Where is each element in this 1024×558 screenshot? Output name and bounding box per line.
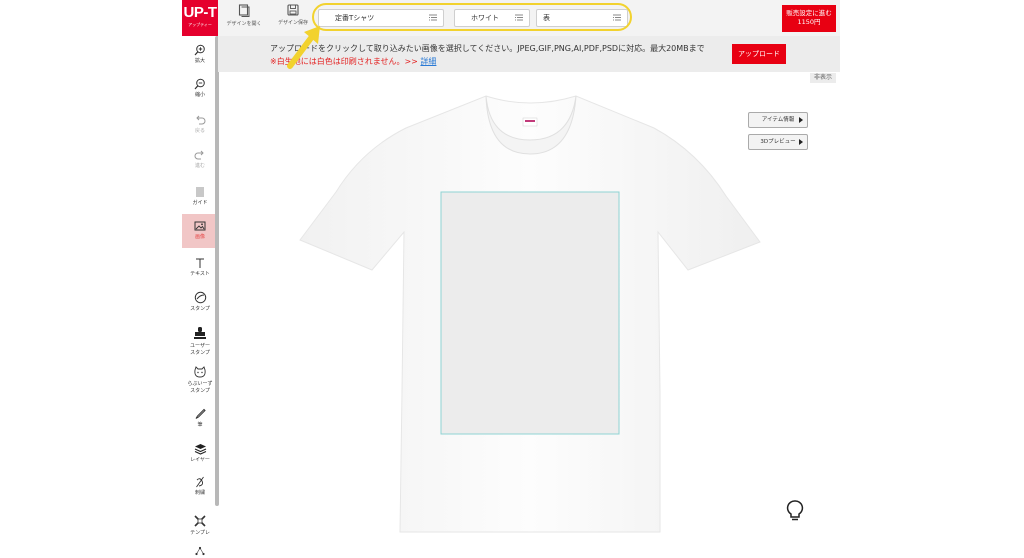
tag-logo bbox=[525, 120, 535, 122]
tool-sidebar: 拡大 縮小 戻る 進む ガイド 画像 テキスト スタンプ ユーザー スタンプ ら… bbox=[182, 36, 218, 558]
cat-stamp-icon bbox=[194, 366, 206, 378]
sidebar-label: 拡大 bbox=[194, 58, 205, 64]
sidebar-label: 進む bbox=[194, 163, 205, 169]
sidebar-label: らぶいーず bbox=[187, 381, 213, 387]
sidebar-item-redo[interactable]: 進む bbox=[182, 149, 218, 170]
lightbulb-icon[interactable] bbox=[786, 500, 804, 522]
embroidery-icon bbox=[196, 476, 204, 488]
tshirt-canvas[interactable] bbox=[298, 92, 762, 538]
sidebar-label: 戻る bbox=[194, 128, 205, 134]
logo-text: UP-T bbox=[183, 4, 218, 21]
logo-subtext: アップティー bbox=[188, 22, 212, 27]
sidebar-label: レイヤー bbox=[190, 457, 210, 463]
sidebar-label: テンプレ bbox=[190, 530, 210, 536]
sidebar-label: 筆 bbox=[197, 422, 203, 428]
stamp-icon bbox=[194, 291, 206, 304]
sale-button-price: 1150円 bbox=[797, 18, 821, 26]
save-icon bbox=[287, 4, 299, 16]
document-icon bbox=[238, 4, 250, 17]
zoom-in-icon bbox=[194, 44, 205, 56]
select-highlight-ring bbox=[312, 3, 632, 31]
item-info-label: アイテム情報 bbox=[761, 117, 795, 123]
sidebar-item-image[interactable]: 画像 bbox=[182, 214, 218, 248]
sidebar-item-stamp[interactable]: スタンプ bbox=[182, 291, 218, 313]
user-stamp-icon bbox=[194, 327, 206, 339]
sidebar-item-brush[interactable]: 筆 bbox=[182, 408, 218, 429]
open-design-label: デザインを開く bbox=[226, 21, 262, 27]
sidebar-item-text[interactable]: テキスト bbox=[182, 257, 218, 278]
undo-icon bbox=[196, 115, 206, 125]
caret-right-icon bbox=[799, 139, 803, 145]
sidebar-label: 画像 bbox=[194, 234, 205, 240]
template-icon bbox=[194, 515, 206, 527]
up-t-logo[interactable]: UP-T アップティー bbox=[182, 0, 218, 36]
sidebar-item-more[interactable] bbox=[182, 546, 218, 558]
sale-settings-button[interactable]: 販売設定に進む 1150円 bbox=[782, 5, 836, 32]
preview-3d-label: 3Dプレビュー bbox=[760, 139, 796, 145]
sidebar-item-template[interactable]: テンプレ bbox=[182, 514, 218, 537]
zoom-out-icon bbox=[194, 78, 205, 90]
caret-right-icon bbox=[799, 117, 803, 123]
sidebar-label: ユーザー bbox=[190, 343, 210, 349]
sidebar-label: スタンプ bbox=[190, 306, 210, 312]
sidebar-item-undo[interactable]: 戻る bbox=[182, 114, 218, 135]
sidebar-label-line2: スタンプ bbox=[190, 388, 210, 394]
sidebar-label: ガイド bbox=[192, 200, 208, 206]
sidebar-label-line2: スタンプ bbox=[190, 350, 210, 356]
sidebar-item-embroidery[interactable]: 刺繍 bbox=[182, 476, 218, 497]
upload-button[interactable]: アップロード bbox=[732, 44, 786, 64]
sidebar-item-zoom-in[interactable]: 拡大 bbox=[182, 44, 218, 65]
redo-icon bbox=[194, 150, 204, 160]
top-toolbar: UP-T アップティー デザインを開く デザイン保存 定番Tシャツ ホワイト 表… bbox=[182, 0, 840, 37]
layer-icon bbox=[194, 444, 206, 455]
sidebar-scrollbar[interactable] bbox=[215, 36, 219, 506]
open-design-button[interactable]: デザインを開く bbox=[224, 4, 264, 34]
print-area[interactable] bbox=[440, 191, 620, 435]
sidebar-item-cat-stamp[interactable]: らぶいーず スタンプ bbox=[182, 366, 218, 395]
design-editor: UP-T アップティー デザインを開く デザイン保存 定番Tシャツ ホワイト 表… bbox=[182, 0, 840, 558]
sidebar-label: 縮小 bbox=[194, 92, 205, 98]
detail-link[interactable]: 詳細 bbox=[420, 57, 436, 66]
sidebar-label: 刺繍 bbox=[194, 490, 205, 496]
sidebar-item-guide[interactable]: ガイド bbox=[182, 186, 218, 207]
sale-button-label: 販売設定に進む bbox=[786, 9, 832, 17]
nodes-icon bbox=[195, 546, 205, 556]
upload-instructions: アップロードをクリックして取り込みたい画像を選択してください。JPEG,GIF,… bbox=[270, 44, 705, 53]
sidebar-item-layer[interactable]: レイヤー bbox=[182, 443, 218, 464]
hide-button[interactable]: 非表示 bbox=[810, 73, 836, 83]
sidebar-item-user-stamp[interactable]: ユーザー スタンプ bbox=[182, 326, 218, 357]
sidebar-item-zoom-out[interactable]: 縮小 bbox=[182, 78, 218, 99]
text-icon bbox=[196, 258, 204, 268]
yellow-arrow-icon bbox=[287, 26, 320, 69]
brush-icon bbox=[195, 408, 206, 419]
guide-icon bbox=[196, 187, 204, 197]
sidebar-label: テキスト bbox=[190, 271, 210, 277]
image-icon bbox=[194, 221, 206, 231]
